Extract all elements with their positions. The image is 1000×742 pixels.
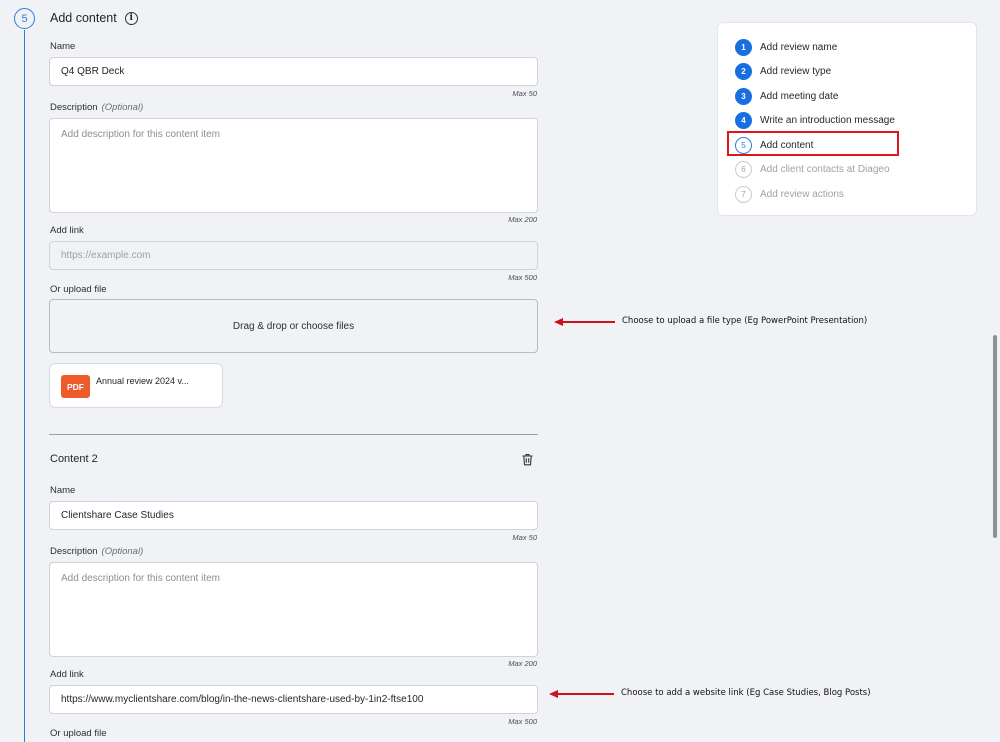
step-number: 4 [735,111,752,129]
description-max-count: Max 200 [508,215,537,224]
file-dropzone[interactable]: Drag & drop or choose files [49,299,538,353]
step-label: Write an introduction message [760,114,895,126]
progress-rail [24,30,25,742]
content2-title: Content 2 [50,453,98,465]
step-item-3[interactable]: 3 Add meeting date [735,87,838,105]
upload-label: Or upload file [50,284,107,295]
link-label: Add link [50,669,84,680]
name-max-count: Max 50 [512,89,537,98]
section-title-text: Add content [50,11,117,25]
link-annotation: Choose to add a website link (Eg Case St… [621,688,871,698]
optional-tag: (Optional) [101,102,144,113]
step-item-1[interactable]: 1 Add review name [735,38,837,56]
steps-panel: 1 Add review name 2 Add review type 3 Ad… [717,22,977,216]
link-label: Add link [50,225,84,236]
step-number: 7 [735,185,752,203]
pdf-icon: PDF [61,375,90,398]
name-label: Name [50,485,76,496]
content-divider [49,434,538,435]
annotation-arrow-line [562,321,615,323]
name-max-count: Max 50 [512,533,537,542]
content2-name-input[interactable]: Clientshare Case Studies [49,501,538,530]
info-icon[interactable]: i [124,11,138,25]
description-label-text: Description [50,102,98,113]
content2-description-textarea[interactable]: Add description for this content item [49,562,538,657]
step-label: Add review type [760,65,832,77]
content1-name-input[interactable]: Q4 QBR Deck [49,57,538,86]
scrollbar[interactable] [993,335,997,538]
upload-label: Or upload file [50,728,107,739]
description-label: Description (Optional) [50,546,143,557]
step-item-4[interactable]: 4 Write an introduction message [735,111,895,129]
trash-icon[interactable] [521,453,534,466]
content1-description-textarea[interactable]: Add description for this content item [49,118,538,213]
step-item-6[interactable]: 6 Add client contacts at Diageo [735,160,890,178]
step-label: Add review name [760,41,838,53]
step-item-7[interactable]: 7 Add review actions [735,185,844,203]
content2-link-input[interactable]: https://www.myclientshare.com/blog/in-th… [49,685,538,714]
section-title: Add content i [50,11,138,25]
name-label: Name [50,41,76,52]
link-max-count: Max 500 [508,273,537,282]
description-max-count: Max 200 [508,659,537,668]
description-label: Description (Optional) [50,102,143,113]
step-label: Add client contacts at Diageo [760,163,890,175]
description-label-text: Description [50,546,98,557]
annotation-arrow-line [557,693,614,695]
step-number: 1 [735,38,752,56]
step-label: Add review actions [760,188,844,200]
upload-annotation: Choose to upload a file type (Eg PowerPo… [622,316,868,326]
step-number: 3 [735,87,752,105]
current-step-highlight [727,131,899,156]
content1-link-input[interactable]: https://example.com [49,241,538,270]
step-number: 6 [735,160,752,178]
uploaded-file-card[interactable]: PDF Annual review 2024 v... [49,363,223,408]
step-label: Add meeting date [760,90,839,102]
link-max-count: Max 500 [508,717,537,726]
step-number: 2 [735,62,752,80]
step-item-2[interactable]: 2 Add review type [735,62,831,80]
optional-tag: (Optional) [101,546,144,557]
section-step-number: 5 [14,8,35,29]
uploaded-file-name: Annual review 2024 v... [96,376,189,386]
